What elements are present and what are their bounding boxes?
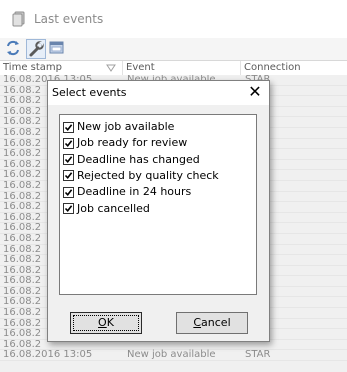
checkmark-icon bbox=[64, 156, 73, 164]
checkmark-icon bbox=[64, 123, 73, 131]
close-icon[interactable]: ✕ bbox=[247, 84, 263, 100]
checkmark-icon bbox=[64, 172, 73, 180]
sort-descending-icon bbox=[106, 64, 116, 72]
window-layout-button[interactable] bbox=[48, 39, 68, 59]
checkbox-label: Job cancelled bbox=[77, 201, 150, 215]
cell-time: 16.08.2016 13:05 bbox=[3, 349, 93, 361]
column-header-event[interactable]: Event bbox=[123, 61, 241, 75]
checkbox[interactable] bbox=[63, 121, 74, 133]
toolbar bbox=[0, 38, 347, 60]
event-checkbox-item[interactable]: Job cancelled bbox=[63, 201, 150, 217]
checkmark-icon bbox=[64, 140, 73, 147]
dialog-body: New job available Job ready for review Dea… bbox=[48, 105, 269, 341]
checkmark-icon bbox=[64, 205, 73, 213]
dialog-title: Select events bbox=[52, 86, 127, 99]
checkbox[interactable] bbox=[63, 203, 74, 214]
cell-connection: STAR bbox=[245, 349, 271, 361]
refresh-icon bbox=[7, 40, 19, 56]
checkbox[interactable] bbox=[63, 154, 74, 166]
checkbox[interactable] bbox=[63, 170, 74, 182]
table-row[interactable]: 16.08.2016 13:05 New job available STAR bbox=[0, 349, 347, 362]
checkmark-icon bbox=[64, 188, 73, 196]
ok-button[interactable]: OK bbox=[70, 312, 142, 334]
event-checkbox-item[interactable]: Deadline in 24 hours bbox=[63, 184, 191, 200]
column-header-connection[interactable]: Connection bbox=[241, 61, 347, 75]
settings-button[interactable] bbox=[26, 39, 46, 59]
select-events-dialog: Select events ✕ New job available Job rea… bbox=[47, 80, 270, 342]
events-grid-header: Time stamp Event Connection bbox=[0, 60, 347, 76]
cell-time: 16.08.2 bbox=[3, 179, 42, 191]
checkbox-label: Rejected by quality check bbox=[77, 168, 219, 182]
event-checklist: New job available Job ready for review Dea… bbox=[59, 114, 257, 295]
window-icon bbox=[49, 41, 64, 54]
checkbox-label: Deadline in 24 hours bbox=[77, 185, 192, 199]
cell-time: 16.08.2 bbox=[3, 232, 42, 244]
checkbox[interactable] bbox=[63, 186, 74, 198]
event-checkbox-item[interactable]: Deadline has changed bbox=[63, 152, 200, 168]
dialog-titlebar: Select events ✕ bbox=[48, 81, 269, 105]
checkbox[interactable] bbox=[63, 137, 74, 149]
event-checkbox-item[interactable]: Job ready for review bbox=[63, 135, 187, 151]
checkbox-label: Job ready for review bbox=[77, 136, 188, 150]
window-title: Last events bbox=[34, 12, 104, 26]
event-checkbox-item[interactable]: New job available bbox=[63, 119, 174, 135]
window-titlebar: Last events bbox=[0, 0, 347, 39]
cell-time: 16.08.2 bbox=[3, 126, 42, 138]
checkbox-label: Deadline has changed bbox=[77, 152, 200, 166]
refresh-button[interactable] bbox=[4, 39, 24, 59]
event-checkbox-item[interactable]: Rejected by quality check bbox=[63, 168, 219, 184]
column-header-time-stamp[interactable]: Time stamp bbox=[0, 61, 123, 75]
wrench-icon bbox=[29, 41, 44, 57]
cell-event: New job available bbox=[127, 349, 216, 361]
document-stack-icon bbox=[12, 11, 25, 27]
checkbox-label: New job available bbox=[77, 120, 175, 133]
cancel-button[interactable]: Cancel bbox=[176, 312, 248, 334]
